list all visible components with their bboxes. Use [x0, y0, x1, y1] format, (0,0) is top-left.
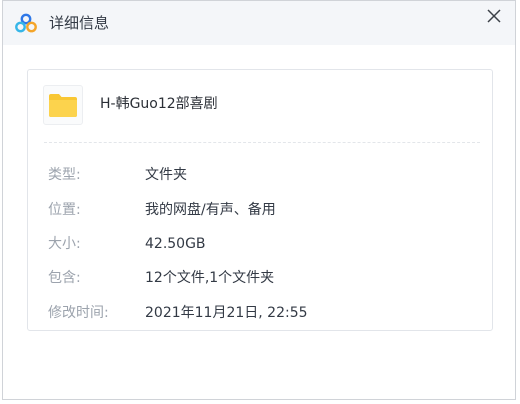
divider — [44, 142, 480, 143]
close-button[interactable] — [483, 5, 505, 27]
detail-value: 2021年11月21日, 22:55 — [145, 305, 308, 321]
detail-value: 我的网盘/有声、备用 — [145, 202, 276, 218]
detail-label: 大小: — [48, 236, 81, 252]
file-info-card: H-韩Guo12部喜剧 类型: 文件夹 位置: 我的网盘/有声、备用 大小: 4… — [27, 69, 493, 331]
baidu-netdisk-logo-icon — [15, 13, 37, 33]
detail-label: 位置: — [48, 202, 81, 218]
detail-row-modified: 修改时间: 2021年11月21日, 22:55 — [48, 303, 478, 323]
detail-label: 修改时间: — [48, 305, 109, 321]
title-bar: 详细信息 — [3, 1, 515, 45]
detail-value: 42.50GB — [145, 236, 206, 252]
detail-label: 包含: — [48, 270, 81, 286]
details-dialog: 详细信息 H-韩Guo12部喜剧 类型: 文件夹 位置: 我的网盘/有声、备用 … — [2, 0, 516, 400]
folder-icon — [49, 94, 77, 117]
detail-value: 12个文件,1个文件夹 — [145, 270, 275, 286]
detail-row-contains: 包含: 12个文件,1个文件夹 — [48, 268, 478, 288]
detail-row-location: 位置: 我的网盘/有声、备用 — [48, 200, 478, 220]
detail-row-type: 类型: 文件夹 — [48, 165, 478, 185]
dialog-title: 详细信息 — [49, 14, 110, 32]
detail-row-size: 大小: 42.50GB — [48, 234, 478, 254]
detail-label: 类型: — [48, 167, 81, 183]
file-name: H-韩Guo12部喜剧 — [100, 96, 218, 112]
detail-value: 文件夹 — [145, 167, 187, 183]
file-thumbnail — [43, 85, 83, 125]
close-icon — [487, 9, 501, 23]
